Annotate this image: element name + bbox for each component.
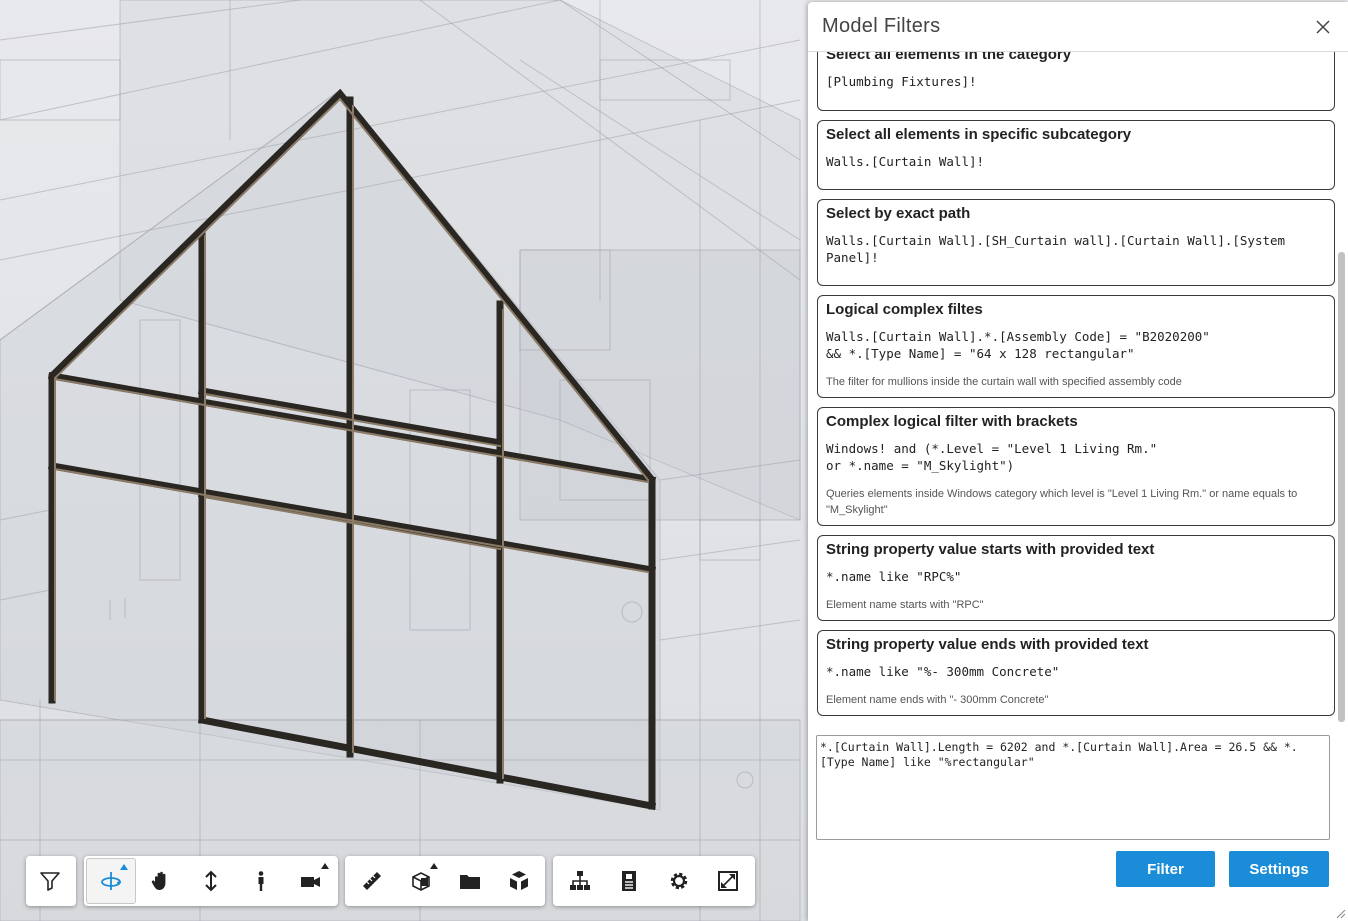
zoom-button[interactable] — [186, 858, 236, 904]
first-person-button[interactable] — [236, 858, 286, 904]
section-box-icon — [411, 872, 430, 891]
updown-arrow-icon — [205, 870, 217, 892]
filter-example-title: Complex logical filter with brackets — [826, 413, 1078, 430]
scrollbar-thumb[interactable] — [1338, 252, 1345, 722]
filter-example-title: Select all elements in the category — [826, 52, 1072, 63]
person-icon — [258, 871, 264, 891]
filter-example-card[interactable]: String property value ends with provided… — [817, 630, 1335, 716]
hierarchy-icon — [569, 871, 590, 890]
filter-example-title: Select by exact path — [826, 205, 971, 222]
hand-icon — [151, 871, 166, 890]
toolbar-group-filter — [26, 856, 76, 906]
filter-example-description: The filter for mullions inside the curta… — [826, 376, 1182, 388]
panel-title: Model Filters — [822, 15, 941, 37]
filter-example-card[interactable]: Logical complex filtes Walls.[Curtain Wa… — [817, 295, 1335, 398]
settings-button[interactable]: Settings — [1229, 851, 1329, 887]
filter-example-code: Walls.[Curtain Wall]! — [826, 154, 985, 169]
submenu-indicator-icon — [321, 863, 329, 869]
ruler-icon — [362, 872, 381, 890]
fullscreen-icon — [718, 871, 739, 891]
filter-example-code: Walls.[Curtain Wall].[SH_Curtain wall].[… — [826, 233, 1293, 265]
camera-button[interactable] — [286, 858, 336, 904]
camera-icon — [301, 877, 320, 887]
filter-example-description: Element name starts with "RPC" — [826, 599, 984, 611]
filter-example-card[interactable]: Select all elements in specific subcateg… — [817, 120, 1335, 190]
explode-cube-icon — [509, 871, 528, 890]
filter-button[interactable]: Filter — [1116, 851, 1215, 887]
toolbar-group-navigation — [84, 856, 338, 906]
filter-example-code: *.name like "RPC%" — [826, 569, 962, 584]
explode-model-button[interactable] — [494, 858, 543, 904]
filter-example-card[interactable]: String property value starts with provid… — [817, 535, 1335, 621]
close-button[interactable] — [1312, 16, 1334, 38]
filter-example-code: Windows! and (*.Level = "Level 1 Living … — [826, 441, 1158, 473]
properties-icon — [622, 871, 637, 891]
filter-query-input[interactable] — [816, 735, 1330, 840]
toolbar-group-settings — [553, 856, 755, 906]
filter-example-description: Queries elements inside Windows category… — [826, 488, 1298, 516]
filter-example-card[interactable]: Select by exact path Walls.[Curtain Wall… — [817, 199, 1335, 286]
folder-icon — [459, 875, 480, 889]
panel-header: Model Filters — [808, 2, 1348, 52]
submenu-indicator-icon — [430, 863, 438, 869]
filter-example-title: Select all elements in specific subcateg… — [826, 126, 1132, 143]
model-browser-button[interactable] — [555, 858, 605, 904]
filter-example-card[interactable]: Complex logical filter with brackets Win… — [817, 407, 1335, 526]
filter-icon — [40, 872, 60, 891]
filter-example-title: String property value starts with provid… — [826, 541, 1155, 558]
explode-button[interactable] — [445, 858, 494, 904]
gear-icon — [670, 872, 687, 890]
fullscreen-button[interactable] — [704, 858, 754, 904]
orbit-button[interactable] — [86, 858, 136, 904]
submenu-indicator-icon — [120, 864, 128, 870]
model-filters-panel: Model Filters Select all elements in the… — [808, 2, 1348, 921]
properties-button[interactable] — [605, 858, 655, 904]
filter-example-title: Logical complex filtes — [826, 301, 983, 318]
filter-example-code: *.name like "%- 300mm Concrete" — [826, 664, 1060, 679]
model-filter-button[interactable] — [28, 858, 72, 904]
filter-example-title: String property value ends with provided… — [826, 636, 1149, 653]
toolbar-group-tools — [345, 856, 545, 906]
resize-grip-icon[interactable] — [1336, 909, 1346, 919]
orbit-icon — [101, 872, 122, 890]
ghosted-building — [0, 0, 801, 921]
measure-button[interactable] — [347, 858, 396, 904]
filter-example-card[interactable]: Select all elements in the category [Plu… — [817, 52, 1335, 111]
filter-example-code: [Plumbing Fixtures]! — [826, 74, 977, 89]
close-icon — [1316, 19, 1330, 34]
settings-button[interactable] — [654, 858, 704, 904]
filter-example-description: Element name ends with "- 300mm Concrete… — [826, 694, 1049, 706]
section-button[interactable] — [396, 858, 445, 904]
filter-examples-list[interactable]: Select all elements in the category [Plu… — [808, 52, 1348, 724]
filter-example-code: Walls.[Curtain Wall].*.[Assembly Code] =… — [826, 329, 1210, 361]
filter-list-scrollbar[interactable] — [1337, 52, 1346, 724]
pan-button[interactable] — [136, 858, 186, 904]
